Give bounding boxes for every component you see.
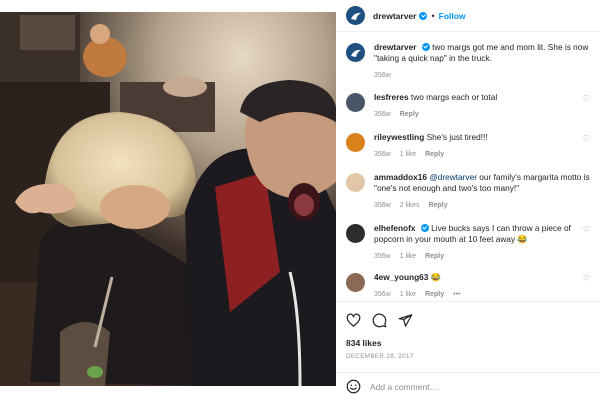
comment-username[interactable]: 4ew_young63	[374, 272, 428, 282]
comment-meta: 356w 2 likes Reply	[374, 200, 600, 211]
comment-likes[interactable]: 2 likes	[400, 200, 420, 211]
reply-button[interactable]: Reply	[400, 109, 419, 120]
commenter-avatar[interactable]	[346, 224, 365, 243]
comment-likes[interactable]: 1 like	[400, 149, 416, 160]
comment-body: 4ew_young63 😂 356w 1 like Reply •••	[374, 272, 600, 300]
comment-age[interactable]: 356w	[374, 109, 391, 120]
comment-age[interactable]: 356w	[374, 289, 391, 300]
comment-likes[interactable]: 1 like	[400, 289, 416, 300]
small-heart-icon[interactable]: ♡	[583, 225, 590, 234]
post-actions	[336, 309, 600, 331]
post-date[interactable]: DECEMBER 28, 2017	[346, 353, 414, 360]
post-photo-image	[0, 12, 336, 386]
comment-username[interactable]: rileywestling	[374, 132, 424, 142]
caption-meta: 356w	[374, 70, 600, 81]
comment-item: lesfreres two margs each or total 356w R…	[346, 92, 600, 120]
post-header: drewtarver • Follow	[336, 0, 600, 32]
comment-text: 😂	[430, 272, 442, 282]
reply-button[interactable]: Reply	[425, 251, 444, 262]
post-photo	[0, 12, 336, 386]
comment-item: elhefenofx Live bucks says I can throw a…	[346, 223, 600, 262]
comment-item: rileywestling She's just tired!!! 356w 1…	[346, 132, 600, 160]
comment-item: ammaddox16 @drewtarver our family's marg…	[346, 172, 600, 211]
header-separator: •	[431, 10, 435, 21]
reply-button[interactable]: Reply	[425, 149, 444, 160]
follow-button[interactable]: Follow	[439, 11, 466, 21]
caption: drewtarver two margs got me and mom lit.…	[346, 42, 600, 81]
comment-text: She's just tired!!!	[426, 132, 488, 142]
comment-mention[interactable]: @drewtarver	[429, 172, 477, 182]
comment-item: 4ew_young63 😂 356w 1 like Reply ••• ♡	[346, 272, 600, 300]
comment-meta: 356w Reply	[374, 109, 600, 120]
comment-meta: 356w 1 like Reply	[374, 251, 600, 262]
comment-body: elhefenofx Live bucks says I can throw a…	[374, 223, 600, 262]
verified-badge-icon	[421, 43, 430, 51]
comment-likes[interactable]: 1 like	[400, 251, 416, 262]
comment-username[interactable]: ammaddox16	[374, 172, 427, 182]
heart-icon[interactable]	[346, 313, 361, 328]
comment-body: lesfreres two margs each or total 356w R…	[374, 92, 600, 120]
author-avatar[interactable]	[346, 6, 365, 25]
commenter-avatar[interactable]	[346, 133, 365, 152]
comment-age[interactable]: 356w	[374, 251, 391, 262]
comments-list[interactable]: drewtarver two margs got me and mom lit.…	[336, 32, 600, 302]
commenter-avatar[interactable]	[346, 93, 365, 112]
commenter-avatar[interactable]	[346, 173, 365, 192]
comment-text: two margs each or total	[410, 92, 498, 102]
comment-age[interactable]: 356w	[374, 200, 391, 211]
smiley-icon[interactable]	[346, 379, 361, 394]
commenter-avatar[interactable]	[346, 273, 365, 292]
reply-button[interactable]: Reply	[425, 289, 444, 300]
small-heart-icon[interactable]: ♡	[583, 94, 590, 103]
paper-plane-icon[interactable]	[398, 313, 413, 328]
small-heart-icon[interactable]: ♡	[583, 134, 590, 143]
small-heart-icon[interactable]: ♡	[583, 274, 590, 283]
caption-age[interactable]: 356w	[374, 70, 391, 81]
more-options-icon[interactable]: •••	[453, 289, 460, 300]
reply-button[interactable]: Reply	[429, 200, 448, 211]
comment-meta: 356w 1 like Reply •••	[374, 289, 600, 300]
comment-meta: 356w 1 like Reply	[374, 149, 600, 160]
likes-count[interactable]: 834 likes	[346, 338, 381, 348]
comment-body: ammaddox16 @drewtarver our family's marg…	[374, 172, 600, 211]
caption-avatar[interactable]	[346, 43, 365, 62]
comment-bubble-icon[interactable]	[372, 313, 387, 328]
add-comment-input[interactable]	[370, 381, 570, 392]
comment-age[interactable]: 356w	[374, 149, 391, 160]
caption-username[interactable]: drewtarver	[374, 42, 416, 52]
small-heart-icon[interactable]: ♡	[583, 174, 590, 183]
post-side-panel: drewtarver • Follow drewtarver two margs…	[336, 0, 600, 400]
author-username[interactable]: drewtarver	[373, 11, 416, 21]
verified-badge-icon	[420, 224, 429, 232]
verified-badge-icon	[419, 11, 428, 20]
add-comment-bar	[336, 372, 600, 400]
comment-username[interactable]: lesfreres	[374, 92, 409, 102]
caption-body: drewtarver two margs got me and mom lit.…	[374, 42, 600, 81]
comment-body: rileywestling She's just tired!!! 356w 1…	[374, 132, 600, 160]
comment-username[interactable]: elhefenofx	[374, 223, 416, 233]
